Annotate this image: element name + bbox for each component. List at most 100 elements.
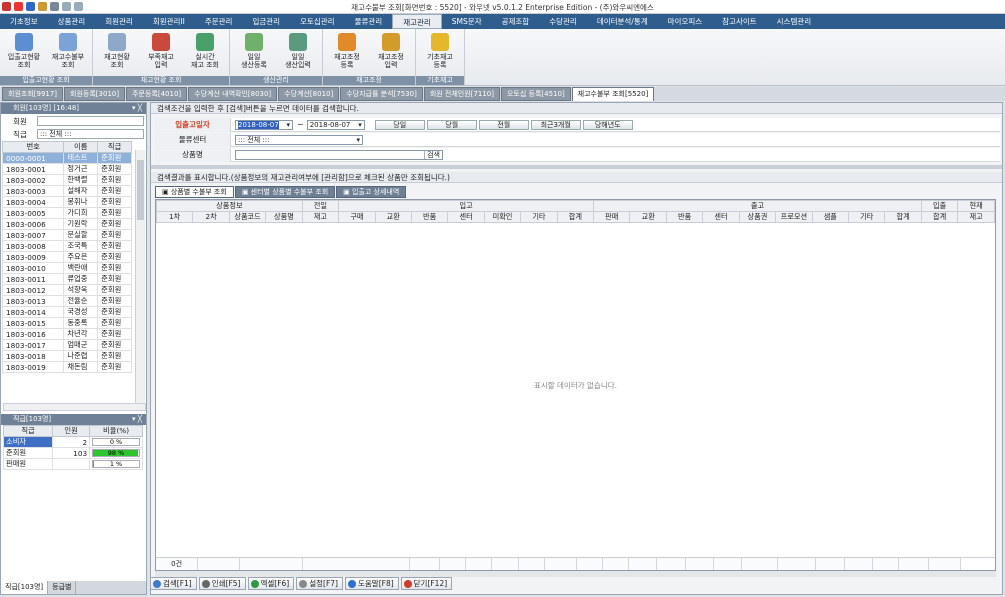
toolbar-button[interactable]: 설정[F7] bbox=[296, 577, 343, 590]
table-row[interactable]: 1803-0017 엄매군 준회원 bbox=[1, 339, 132, 351]
column-header[interactable]: 2차 bbox=[192, 211, 230, 223]
table-row[interactable]: 0000-0001 테스트 준회원 bbox=[1, 152, 132, 164]
table-row[interactable]: 1803-0005 가디희 준회원 bbox=[1, 207, 132, 219]
table-row[interactable]: 준회원 103 98 % bbox=[2, 447, 143, 459]
document-tab[interactable]: 회원등록[3010] bbox=[64, 87, 126, 101]
quick-date-button[interactable]: 당월 bbox=[426, 119, 477, 130]
table-row[interactable]: 1803-0012 석향욱 준회원 bbox=[1, 284, 132, 296]
left-tab[interactable]: 직급[103명] bbox=[1, 581, 49, 594]
column-header[interactable]: 상품권 bbox=[738, 211, 777, 223]
ribbon-button[interactable]: 입출고현황 조회 bbox=[2, 29, 46, 75]
table-row[interactable]: 판매원 1 % bbox=[2, 458, 143, 470]
menu-item[interactable]: 마이오피스 bbox=[658, 14, 713, 29]
toolbar-button[interactable]: 검색[F1] bbox=[150, 577, 197, 590]
ribbon-button[interactable]: 재고수불부 조회 bbox=[46, 29, 90, 75]
column-header[interactable]: 프로모션 bbox=[775, 211, 813, 223]
chevron-down-icon[interactable]: ▾ bbox=[286, 121, 290, 129]
column-header[interactable]: 직급 bbox=[97, 141, 132, 153]
table-row[interactable]: 1803-0003 설해자 준회원 bbox=[1, 185, 132, 197]
column-header[interactable]: 판매 bbox=[593, 211, 631, 223]
column-header[interactable]: 번호 bbox=[1, 141, 65, 153]
column-header[interactable]: 구매 bbox=[338, 211, 376, 223]
rank-filter-select[interactable]: ::: 전체 ::: bbox=[37, 129, 144, 139]
pin-icon[interactable]: ▾ ╳ bbox=[132, 103, 142, 114]
column-header[interactable]: 상품명 bbox=[265, 211, 303, 223]
menu-item[interactable]: 재고관리 bbox=[392, 14, 442, 29]
column-header[interactable]: 교환 bbox=[629, 211, 667, 223]
table-row[interactable]: 1803-0011 류업중 준회원 bbox=[1, 273, 132, 285]
menu-item[interactable]: 상품관리 bbox=[48, 14, 96, 29]
toolbar-button[interactable]: 엑셀[F6] bbox=[247, 577, 295, 590]
splitter[interactable] bbox=[151, 165, 1002, 169]
document-tab[interactable]: 수당계산[8010] bbox=[278, 87, 340, 101]
table-row[interactable]: 1803-0013 전율순 준회원 bbox=[1, 295, 132, 307]
center-select[interactable]: ::: 전체 ::: ▾ bbox=[235, 134, 363, 145]
ribbon-button[interactable]: 부족재고 입력 bbox=[139, 29, 183, 75]
table-row[interactable]: 1803-0019 채돈림 준회원 bbox=[1, 361, 132, 373]
document-tab[interactable]: 회원 전체인원[7110] bbox=[423, 87, 500, 101]
column-header[interactable]: 합계 bbox=[920, 211, 959, 223]
document-tab[interactable]: 재고수불부 조회[5520] bbox=[571, 87, 655, 101]
quick-date-button[interactable]: 최근3개월 bbox=[530, 119, 581, 130]
column-header[interactable]: 이름 bbox=[63, 141, 99, 153]
document-tab[interactable]: 수당계산 내역확인[8030] bbox=[188, 87, 278, 101]
pin-icon[interactable]: ▾ ╳ bbox=[132, 414, 142, 425]
column-header[interactable]: 센터 bbox=[447, 211, 485, 223]
ribbon-button[interactable]: 실시간 재고 조회 bbox=[183, 29, 227, 75]
table-row[interactable]: 1803-0004 봉휘나 준회원 bbox=[1, 196, 132, 208]
quick-date-button[interactable]: 당일 bbox=[374, 119, 425, 130]
document-tab[interactable]: 회원조회[9917] bbox=[2, 87, 64, 101]
table-row[interactable]: 1803-0008 조국특 준회원 bbox=[1, 240, 132, 252]
menu-item[interactable]: 물류관리 bbox=[345, 14, 393, 29]
document-tab[interactable]: 수당지급률 분석[7530] bbox=[340, 87, 423, 101]
column-header[interactable]: 1차 bbox=[155, 211, 194, 223]
menu-item[interactable]: 공제조합 bbox=[492, 14, 540, 29]
result-tab[interactable]: ▣ 센터별 상품별 수불부 조회 bbox=[234, 186, 336, 198]
table-row[interactable]: 1803-0007 문실할 준회원 bbox=[1, 229, 132, 241]
document-tab[interactable]: 오토십 등록[4510] bbox=[500, 87, 571, 101]
table-row[interactable]: 1803-0002 한백렬 준회원 bbox=[1, 174, 132, 186]
column-header[interactable]: 합계 bbox=[884, 211, 922, 223]
quick-date-button[interactable]: 당해년도 bbox=[582, 119, 633, 130]
left-tab[interactable]: 등급별 bbox=[48, 581, 77, 594]
table-row[interactable]: 1803-0009 주요은 준회원 bbox=[1, 251, 132, 263]
column-header[interactable]: 합계 bbox=[556, 211, 595, 223]
date-to-input[interactable]: 2018-08-07 ▾ bbox=[306, 119, 365, 130]
toolbar-button[interactable]: 도움말[F8] bbox=[345, 577, 399, 590]
result-tab[interactable]: ▣ 입출고 상세내역 bbox=[336, 186, 407, 198]
column-header[interactable]: 기타 bbox=[520, 211, 558, 223]
member-hscrollbar[interactable] bbox=[3, 403, 146, 411]
column-header[interactable]: 재고 bbox=[957, 211, 995, 223]
menu-item[interactable]: 데이터분석/통계 bbox=[587, 14, 658, 29]
name-filter-input[interactable] bbox=[37, 116, 144, 126]
column-header[interactable]: 비율(%) bbox=[89, 425, 143, 437]
menu-item[interactable]: 참고사이트 bbox=[712, 14, 767, 29]
product-search-button[interactable]: 검색 bbox=[424, 150, 440, 159]
column-header[interactable]: 교환 bbox=[374, 211, 412, 223]
toolbar-button[interactable]: 닫기[F12] bbox=[400, 577, 453, 590]
ribbon-button[interactable]: 재고현황 조회 bbox=[95, 29, 139, 75]
toolbar-button[interactable]: 인쇄[F5] bbox=[198, 577, 246, 590]
column-header[interactable]: 샘플 bbox=[811, 211, 850, 223]
table-row[interactable]: 1803-0001 정거근 준회원 bbox=[1, 163, 132, 175]
column-header[interactable]: 상품코드 bbox=[228, 211, 267, 223]
menu-item[interactable]: 수당관리 bbox=[539, 14, 587, 29]
column-header[interactable]: 재고 bbox=[301, 211, 340, 223]
menu-item[interactable]: 오토십관리 bbox=[290, 14, 345, 29]
menu-item[interactable]: 회원관리II bbox=[143, 14, 195, 29]
menu-item[interactable]: 주문관리 bbox=[195, 14, 243, 29]
result-tab[interactable]: ▣ 상품별 수불부 조회 bbox=[155, 186, 234, 198]
column-header[interactable]: 센터 bbox=[702, 211, 740, 223]
table-row[interactable]: 1803-0006 기원락 준회원 bbox=[1, 218, 132, 230]
table-row[interactable]: 1803-0010 백란애 준회원 bbox=[1, 262, 132, 274]
column-header[interactable]: 직급 bbox=[2, 425, 54, 437]
ribbon-button[interactable]: 기초재고 등록 bbox=[418, 29, 462, 75]
column-header[interactable]: 인원 bbox=[52, 425, 91, 437]
member-scrollbar[interactable] bbox=[135, 150, 145, 403]
document-tab[interactable]: 주문등록[4010] bbox=[126, 87, 188, 101]
column-header[interactable]: 반품 bbox=[665, 211, 704, 223]
menu-item[interactable]: 회원관리 bbox=[95, 14, 143, 29]
column-header[interactable]: 미확인 bbox=[483, 211, 522, 223]
ribbon-button[interactable]: 재고조정 등록 bbox=[325, 29, 369, 75]
chevron-down-icon[interactable]: ▾ bbox=[356, 136, 360, 144]
